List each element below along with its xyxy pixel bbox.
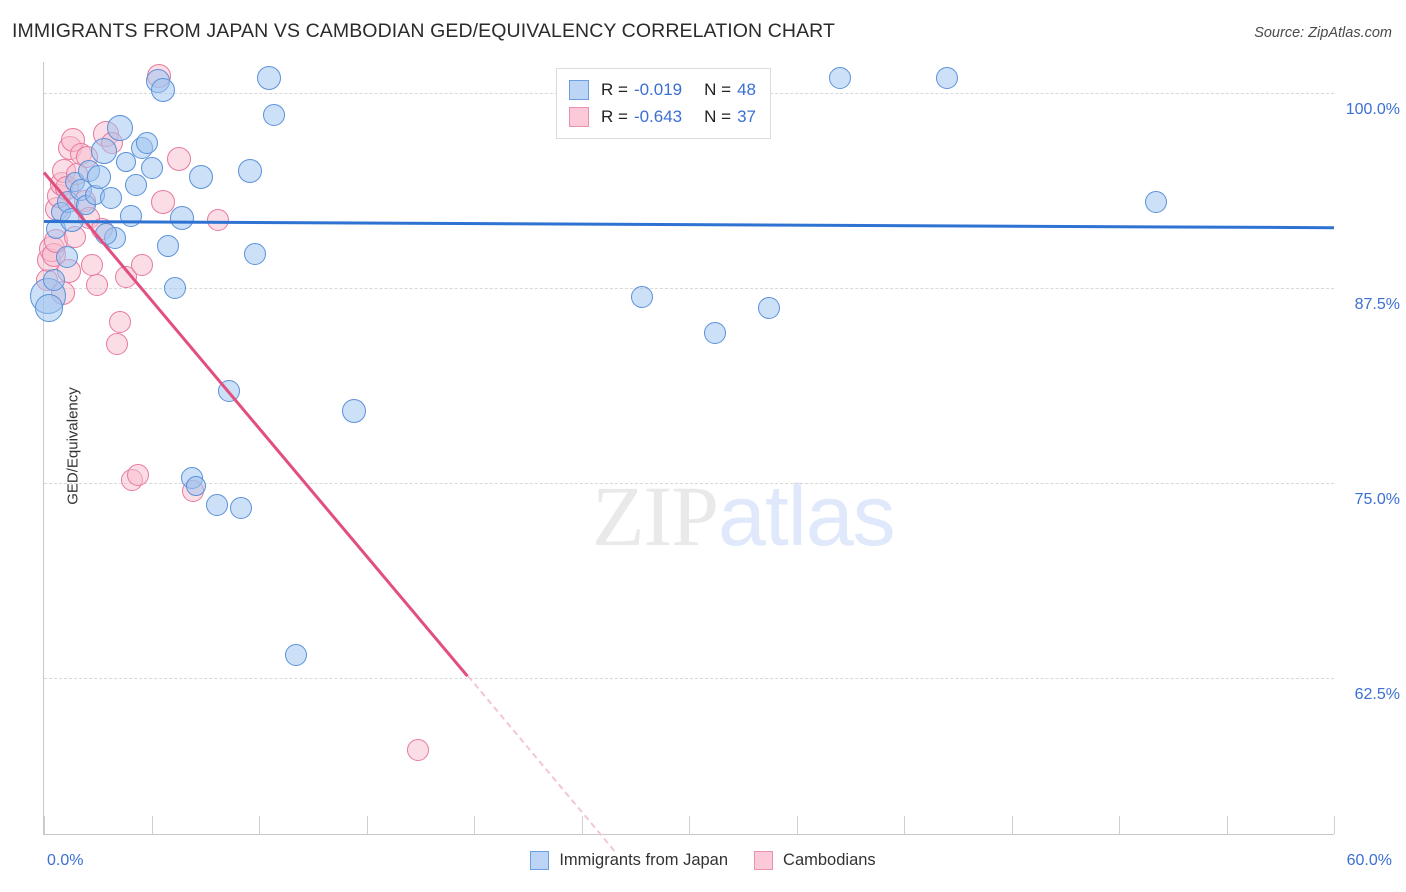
data-point[interactable] (188, 165, 213, 190)
data-point[interactable] (407, 738, 430, 761)
data-point[interactable] (284, 643, 307, 666)
data-point[interactable] (936, 66, 958, 89)
legend-item-japan[interactable]: Immigrants from Japan (530, 851, 728, 870)
source-attribution: Source: ZipAtlas.com (1254, 25, 1392, 41)
y-axis-tick-label: 62.5% (1354, 686, 1400, 704)
data-point[interactable] (341, 399, 366, 424)
stats-n-label-cambodians: N = (704, 106, 732, 126)
stats-n-label-japan: N = (704, 79, 732, 99)
x-axis-tick (689, 816, 690, 834)
data-point[interactable] (109, 311, 132, 334)
data-point[interactable] (828, 66, 851, 89)
x-axis-tick (904, 816, 905, 834)
x-axis-tick (474, 816, 475, 834)
data-point[interactable] (42, 269, 65, 292)
data-point[interactable] (167, 146, 192, 171)
legend-swatch-cambodians (754, 851, 774, 870)
x-axis-tick (1334, 816, 1335, 834)
data-point[interactable] (120, 205, 143, 228)
data-point[interactable] (256, 65, 281, 90)
y-axis-tick-label: 87.5% (1354, 296, 1400, 314)
data-point[interactable] (125, 174, 148, 197)
data-point[interactable] (206, 493, 229, 516)
plot-area: ZIPatlas (30, 62, 1335, 852)
legend-swatch-japan (530, 851, 550, 870)
data-point[interactable] (263, 104, 286, 127)
grid-line (44, 288, 1334, 290)
grid-line (44, 678, 1334, 680)
x-axis-tick (44, 816, 45, 834)
stats-row-cambodians: R = -0.643 N = 37 (569, 103, 756, 130)
data-point[interactable] (151, 78, 176, 103)
data-point[interactable] (630, 286, 653, 309)
stats-swatch-japan (569, 79, 589, 100)
data-point[interactable] (99, 186, 122, 209)
correlation-stats-box: R = -0.019 N = 48 R = -0.643 N = 37 (556, 68, 771, 139)
x-axis-tick (151, 816, 153, 834)
data-point[interactable] (229, 497, 252, 520)
y-axis-tick-label: 100.0% (1345, 101, 1400, 119)
data-point[interactable] (95, 222, 118, 245)
data-point[interactable] (136, 132, 159, 155)
data-point[interactable] (243, 242, 266, 265)
data-point[interactable] (757, 297, 780, 320)
legend-label-japan: Immigrants from Japan (559, 851, 729, 869)
data-point[interactable] (140, 157, 163, 180)
data-point[interactable] (106, 333, 129, 356)
data-point[interactable] (169, 205, 194, 230)
y-axis-tick-label: 75.0% (1354, 491, 1400, 509)
stats-r-value-japan: -0.019 (633, 79, 683, 99)
x-axis-tick (1119, 816, 1120, 834)
data-point[interactable] (86, 165, 111, 190)
grid-line (44, 483, 1334, 485)
data-point[interactable] (126, 464, 149, 487)
data-point[interactable] (164, 277, 187, 300)
data-point[interactable] (703, 322, 726, 345)
legend-item-cambodians[interactable]: Cambodians (754, 851, 876, 870)
stats-r-value-cambodians: -0.643 (633, 106, 683, 126)
data-point[interactable] (35, 294, 64, 323)
stats-n-value-cambodians: 37 (737, 106, 756, 126)
stats-swatch-cambodians (569, 106, 589, 127)
data-point[interactable] (55, 245, 78, 268)
stats-r-label-cambodians: R = (601, 106, 628, 126)
correlation-chart: IMMIGRANTS FROM JAPAN VS CAMBODIAN GED/E… (0, 0, 1406, 892)
data-point[interactable] (81, 253, 104, 276)
x-axis-tick (259, 816, 260, 834)
x-axis-tick (581, 816, 583, 834)
data-point[interactable] (1144, 191, 1167, 214)
trend-line (466, 675, 615, 852)
page-title: IMMIGRANTS FROM JAPAN VS CAMBODIAN GED/E… (12, 20, 836, 42)
legend-label-cambodians: Cambodians (783, 851, 876, 869)
stats-n-value-japan: 48 (737, 79, 756, 99)
trend-line (43, 219, 1334, 229)
x-axis-tick (366, 816, 368, 834)
data-point[interactable] (91, 137, 118, 164)
x-axis-tick (1011, 816, 1013, 834)
data-point[interactable] (85, 274, 108, 297)
data-point[interactable] (107, 114, 134, 141)
data-point[interactable] (156, 235, 179, 258)
x-axis-tick (796, 816, 798, 834)
zipatlas-watermark: ZIPatlas (592, 466, 896, 566)
data-point[interactable] (185, 476, 206, 497)
data-point[interactable] (238, 159, 263, 184)
stats-row-japan: R = -0.019 N = 48 (569, 76, 756, 103)
x-axis-tick (1226, 816, 1228, 834)
stats-r-label-japan: R = (601, 79, 628, 99)
data-point[interactable] (207, 208, 230, 231)
series-legend: Immigrants from Japan Cambodians (0, 851, 1406, 870)
data-point[interactable] (130, 253, 153, 276)
